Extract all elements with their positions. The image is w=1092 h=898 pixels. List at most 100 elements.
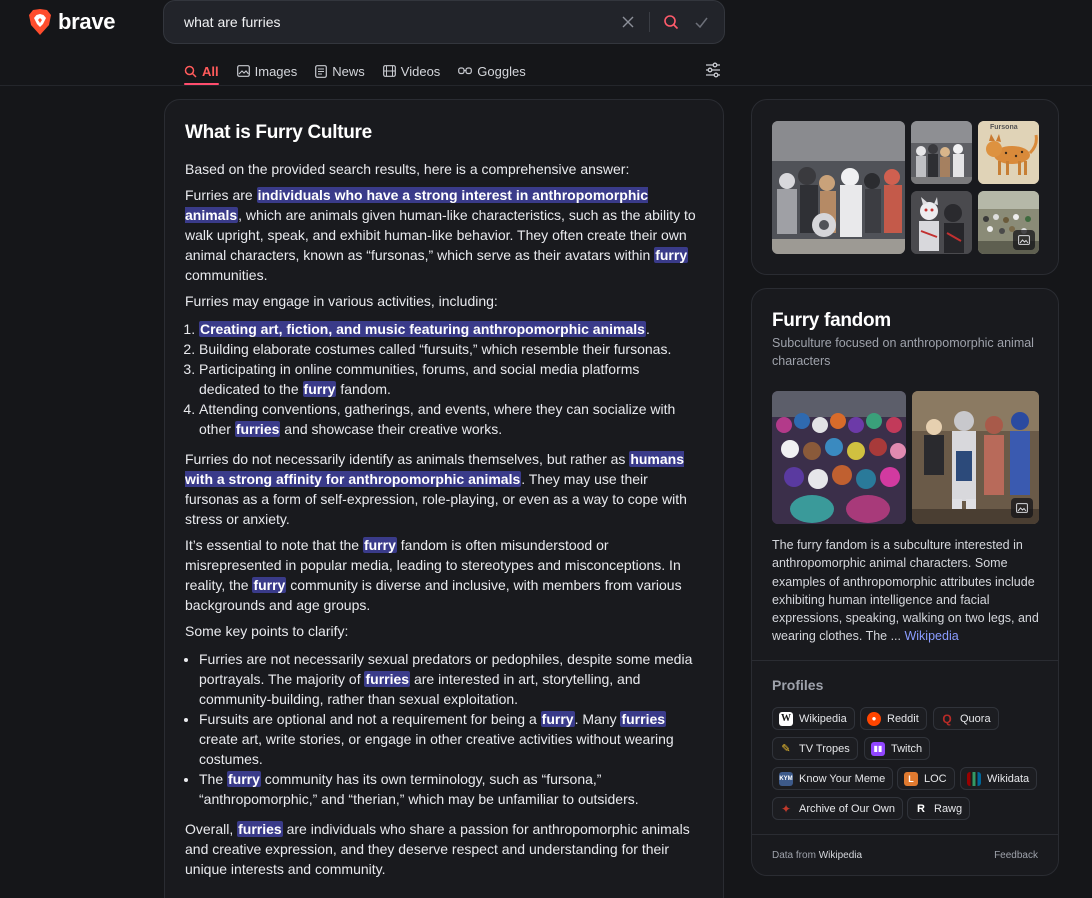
- points-list: Furries are not necessarily sexual preda…: [199, 649, 703, 809]
- profile-ao3[interactable]: ✦ Archive of Our Own: [772, 797, 903, 820]
- highlight: furries: [234, 421, 281, 437]
- crowd-photo: [772, 121, 905, 254]
- answer-paragraph: Overall, furries are individuals who sha…: [185, 819, 703, 879]
- ao3-icon: ✦: [780, 801, 792, 816]
- search-box: [163, 0, 725, 44]
- twitch-icon: ▮▮: [871, 741, 885, 756]
- image-icon: [1013, 230, 1035, 250]
- divider: [752, 660, 1058, 661]
- list-item: Creating art, fiction, and music featuri…: [199, 319, 703, 339]
- text: The: [199, 771, 228, 787]
- search-input[interactable]: [164, 1, 613, 43]
- group-photo: [772, 391, 906, 524]
- panel-description: The furry fandom is a subculture interes…: [772, 536, 1044, 646]
- profile-wikidata[interactable]: Wikidata: [960, 767, 1038, 790]
- image-icon: [1011, 498, 1033, 518]
- highlight: furry: [362, 537, 397, 553]
- profile-label: Wikipedia: [799, 712, 847, 725]
- highlight: furries: [237, 821, 283, 837]
- answer-paragraph: Furries do not necessarily identify as a…: [185, 449, 703, 529]
- answer-title: What is Furry Culture: [185, 122, 372, 143]
- fursuit-photo: [911, 191, 972, 254]
- tab-label: Images: [254, 63, 298, 79]
- answer-paragraph: It’s essential to note that the furry fa…: [185, 535, 703, 615]
- text: fandom.: [336, 381, 391, 397]
- panel-title: Furry fandom: [772, 310, 891, 331]
- tab-label: Videos: [400, 63, 441, 79]
- panel-image[interactable]: [772, 391, 906, 524]
- feedback-link[interactable]: Feedback: [994, 850, 1038, 861]
- panel-subtitle: Subculture focused on anthropomorphic an…: [772, 336, 1034, 368]
- knowledge-panel: Furry fandom Subculture focused on anthr…: [751, 288, 1059, 876]
- answer-intro: Based on the provided search results, he…: [185, 161, 630, 177]
- tab-label: Goggles: [477, 63, 526, 79]
- wikidata-icon: [967, 771, 981, 786]
- highlight: furry: [227, 771, 261, 787]
- image-icon: [236, 65, 250, 77]
- filters-icon[interactable]: [704, 61, 722, 79]
- brave-logo[interactable]: brave: [28, 8, 116, 36]
- list-item: The furry community has its own terminol…: [199, 769, 703, 809]
- image-thumbnail[interactable]: [772, 121, 905, 254]
- goggles-icon: [458, 67, 473, 75]
- reddit-icon: ●: [867, 711, 881, 726]
- tab-all[interactable]: All: [184, 58, 219, 85]
- ai-answer-card: What is Furry Culture Based on the provi…: [164, 99, 724, 898]
- tab-goggles[interactable]: Goggles: [458, 58, 526, 84]
- source-prefix: Data from: [772, 850, 819, 861]
- highlight: furry: [540, 711, 575, 727]
- highlight: furries: [364, 671, 411, 687]
- brand-name: brave: [58, 9, 116, 34]
- search-tabs: All Images News Videos Goggles: [184, 58, 526, 85]
- text: communities.: [185, 267, 268, 283]
- source-name[interactable]: Wikipedia: [819, 850, 862, 861]
- profile-label: Wikidata: [987, 772, 1030, 785]
- profile-tvtropes[interactable]: ✎ TV Tropes: [772, 737, 858, 760]
- list-item: Attending conventions, gatherings, and e…: [199, 399, 703, 439]
- profile-reddit[interactable]: ● Reddit: [860, 707, 927, 730]
- rawg-icon: R: [917, 802, 925, 815]
- profile-label: Twitch: [891, 742, 923, 755]
- knowyourmeme-icon: KYM: [779, 771, 793, 786]
- clear-icon[interactable]: [613, 7, 643, 37]
- text: Fursuits are optional and not a requirem…: [199, 711, 541, 727]
- divider: [752, 834, 1058, 835]
- data-source: Data from Wikipedia: [772, 850, 862, 861]
- highlight: furries: [620, 711, 667, 727]
- profile-knowyourmeme[interactable]: KYM Know Your Meme: [772, 767, 894, 790]
- search-icon[interactable]: [656, 7, 686, 37]
- image-thumbnail[interactable]: Fursona: [978, 121, 1039, 184]
- tab-label: News: [332, 63, 365, 79]
- profile-wikipedia[interactable]: W Wikipedia: [772, 707, 855, 730]
- tab-videos[interactable]: Videos: [382, 58, 441, 84]
- brave-lion-icon: [29, 9, 51, 35]
- text: and showcase their creative works.: [280, 421, 503, 437]
- profile-quora[interactable]: Q Quora: [933, 707, 999, 730]
- tab-news[interactable]: News: [315, 58, 365, 84]
- list-item: Building elaborate costumes called “furs…: [199, 339, 703, 359]
- profile-twitch[interactable]: ▮▮ Twitch: [864, 737, 931, 760]
- image-results-card: Fursona: [751, 99, 1059, 275]
- profile-label: Know Your Meme: [799, 772, 886, 785]
- profile-loc[interactable]: L LOC: [897, 767, 955, 790]
- tvtropes-icon: ✎: [781, 743, 791, 755]
- wikipedia-link[interactable]: Wikipedia: [904, 629, 958, 643]
- text: Furries do not necessarily identify as a…: [185, 451, 630, 467]
- text: .: [645, 321, 650, 337]
- profile-label: TV Tropes: [799, 742, 850, 755]
- thumbnail-caption: Fursona: [990, 124, 1018, 131]
- profile-rawg[interactable]: R Rawg: [907, 797, 971, 820]
- list-item: Participating in online communities, for…: [199, 359, 703, 399]
- profile-label: LOC: [924, 772, 947, 785]
- panel-image[interactable]: [912, 391, 1039, 524]
- image-thumbnail[interactable]: [911, 191, 972, 254]
- image-thumbnail[interactable]: [911, 121, 972, 184]
- list-item: Fursuits are optional and not a requirem…: [199, 709, 703, 769]
- activities-list: Creating art, fiction, and music featuri…: [199, 319, 703, 439]
- profiles-title: Profiles: [772, 677, 824, 693]
- text: community has its own terminology, such …: [199, 771, 639, 807]
- tab-images[interactable]: Images: [236, 58, 298, 84]
- check-icon[interactable]: [686, 7, 716, 37]
- activities-intro: Furries may engage in various activities…: [185, 293, 498, 309]
- image-thumbnail[interactable]: [978, 191, 1039, 254]
